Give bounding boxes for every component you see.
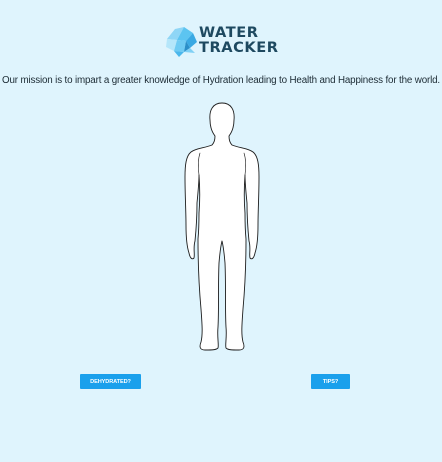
logo-wordmark: WATER TRACKER xyxy=(199,25,279,56)
human-body-outline-icon xyxy=(184,102,260,351)
water-tracker-logo: WATER TRACKER xyxy=(164,24,284,60)
dehydrated-button[interactable]: DEHYDRATED? xyxy=(80,374,141,389)
water-drop-logo-icon xyxy=(166,27,197,57)
tips-button[interactable]: TIPS? xyxy=(311,374,350,389)
logo-text-tracker: TRACKER xyxy=(199,38,279,56)
mission-statement: Our mission is to impart a greater knowl… xyxy=(1,75,440,86)
